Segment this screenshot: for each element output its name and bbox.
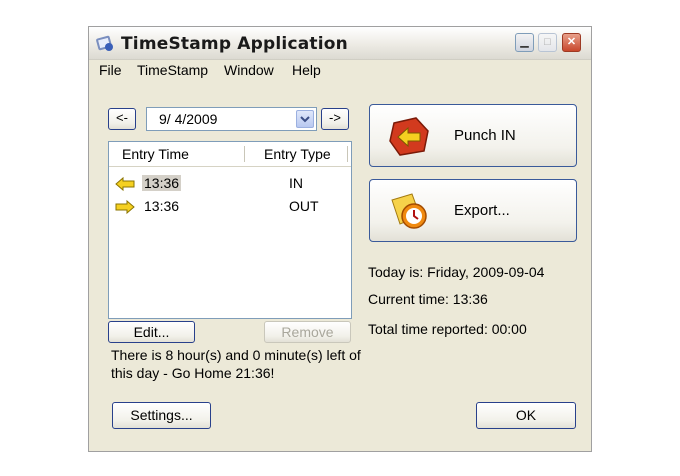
entry-type: IN — [289, 175, 303, 191]
list-header: Entry Time Entry Type — [109, 142, 351, 167]
list-item[interactable]: 13:36 IN — [109, 173, 351, 195]
entry-time: 13:36 — [142, 175, 182, 191]
prev-day-button[interactable]: <- — [108, 108, 136, 130]
total-time-info: Total time reported: 00:00 — [368, 321, 527, 337]
menu-timestamp[interactable]: TimeStamp — [137, 62, 208, 78]
settings-button[interactable]: Settings... — [112, 402, 211, 429]
ok-button[interactable]: OK — [476, 402, 576, 429]
export-clock-icon — [391, 193, 427, 229]
menu-window[interactable]: Window — [224, 62, 274, 78]
entries-list[interactable]: Entry Time Entry Type 13:36 IN 13:36 OUT — [108, 141, 352, 319]
menu-file[interactable]: File — [99, 62, 122, 78]
punch-in-icon — [389, 117, 429, 156]
chevron-down-icon[interactable] — [296, 110, 314, 128]
next-day-button[interactable]: -> — [321, 108, 349, 130]
minimize-button[interactable]: ▁ — [515, 33, 534, 52]
maximize-button[interactable]: □ — [538, 33, 557, 52]
status-message: There is 8 hour(s) and 0 minute(s) left … — [111, 347, 361, 381]
export-label: Export... — [454, 202, 510, 219]
current-time-info: Current time: 13:36 — [368, 291, 488, 307]
list-item[interactable]: 13:36 OUT — [109, 196, 351, 218]
arrow-left-icon — [115, 176, 135, 192]
punch-in-label: Punch IN — [454, 127, 516, 144]
column-divider[interactable] — [347, 146, 348, 162]
remove-button[interactable]: Remove — [264, 321, 351, 343]
window-title: TimeStamp Application — [121, 34, 348, 54]
date-value: 9/ 4/2009 — [159, 111, 218, 127]
edit-button[interactable]: Edit... — [108, 321, 195, 343]
close-button[interactable]: ✕ — [562, 33, 581, 52]
menu-help[interactable]: Help — [292, 62, 321, 78]
menu-bar: File TimeStamp Window Help — [89, 59, 591, 81]
export-button[interactable]: Export... — [369, 179, 577, 242]
column-entry-type[interactable]: Entry Type — [264, 146, 331, 162]
entry-time: 13:36 — [144, 198, 180, 214]
column-divider[interactable] — [244, 146, 245, 162]
title-bar[interactable]: TimeStamp Application ▁ □ ✕ — [89, 27, 591, 60]
punch-in-button[interactable]: Punch IN — [369, 104, 577, 167]
arrow-right-icon — [115, 199, 135, 215]
date-combo[interactable]: 9/ 4/2009 — [146, 107, 317, 131]
today-info: Today is: Friday, 2009-09-04 — [368, 264, 545, 280]
entry-type: OUT — [289, 198, 319, 214]
app-window: TimeStamp Application ▁ □ ✕ File TimeSta… — [88, 26, 592, 452]
timestamp-app-icon — [96, 35, 113, 51]
column-entry-time[interactable]: Entry Time — [122, 146, 189, 162]
